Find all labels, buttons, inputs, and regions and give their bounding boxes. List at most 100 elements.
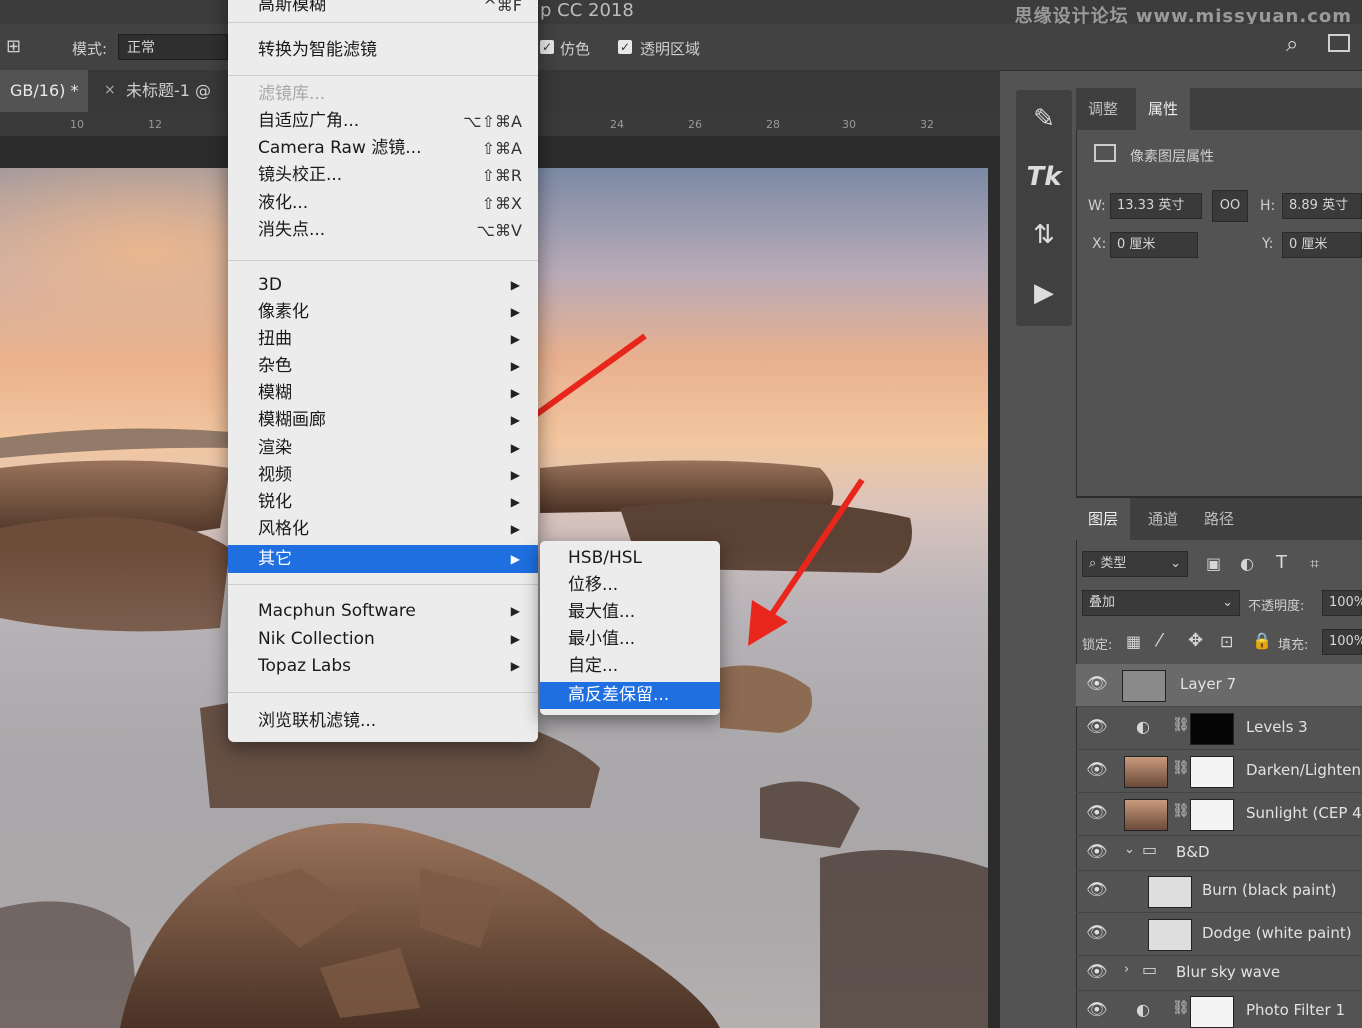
chain-link-icon[interactable]: ⛓ bbox=[1172, 760, 1190, 776]
submenu-item-minimum[interactable]: 最小值... bbox=[540, 626, 720, 653]
menu-separator bbox=[228, 260, 538, 261]
menu-item-nik-collection[interactable]: Nik Collection ▶ bbox=[228, 626, 538, 653]
menu-item-camera-raw[interactable]: Camera Raw 滤镜... ⇧⌘A bbox=[228, 135, 538, 162]
x-field[interactable]: 0 厘米 bbox=[1110, 232, 1198, 258]
filter-pixel-icon[interactable]: ▣ bbox=[1206, 554, 1221, 573]
height-field[interactable]: 8.89 英寸 bbox=[1282, 193, 1362, 219]
chain-link-icon[interactable]: ⛓ bbox=[1172, 803, 1190, 819]
layer-name: Layer 7 bbox=[1180, 675, 1237, 693]
properties-tabs: 调整 属性 bbox=[1076, 88, 1362, 130]
lock-artboard-icon[interactable]: ⊡ bbox=[1220, 632, 1233, 651]
menu-item-convert-smart-filter[interactable]: 转换为智能滤镜 bbox=[228, 37, 538, 64]
character-icon[interactable]: Tk bbox=[1016, 162, 1072, 192]
chevron-down-icon[interactable]: ⌄ bbox=[1124, 842, 1135, 857]
y-field[interactable]: 0 厘米 bbox=[1282, 232, 1362, 258]
menu-item-topaz-labs[interactable]: Topaz Labs ▶ bbox=[228, 653, 538, 680]
tab-properties[interactable]: 属性 bbox=[1136, 88, 1191, 130]
chain-link-icon[interactable]: ⛓ bbox=[1172, 717, 1190, 733]
menu-separator bbox=[228, 75, 538, 76]
visibility-eye-icon[interactable]: 👁 bbox=[1086, 1000, 1108, 1020]
folder-icon: ▭ bbox=[1142, 840, 1158, 859]
lock-paint-icon[interactable]: ⁄ bbox=[1158, 630, 1161, 651]
layer-thumbnail bbox=[1122, 670, 1166, 702]
layer-mask-thumbnail bbox=[1190, 756, 1234, 788]
layer-row[interactable]: 👁 ⛓ Sunlight (CEP 4 bbox=[1076, 793, 1362, 836]
layer-thumbnail bbox=[1124, 756, 1168, 788]
layer-row[interactable]: 👁 ◐ ⛓ Levels 3 bbox=[1076, 707, 1362, 750]
filter-adjustment-icon[interactable]: ◐ bbox=[1240, 554, 1254, 573]
width-label: W: bbox=[1088, 198, 1106, 214]
menu-item-distort[interactable]: 扭曲 ▶ bbox=[228, 326, 538, 353]
menu-item-vanishing-point[interactable]: 消失点... ⌥⌘V bbox=[228, 217, 538, 244]
menu-item-blur[interactable]: 模糊 ▶ bbox=[228, 380, 538, 407]
blend-mode-select[interactable]: 叠加 ⌄ bbox=[1082, 590, 1240, 616]
visibility-eye-icon[interactable]: 👁 bbox=[1086, 674, 1108, 694]
lock-move-icon[interactable]: ✥ bbox=[1188, 630, 1203, 651]
link-dimensions-button[interactable]: OO bbox=[1212, 190, 1248, 222]
submenu-item-hsb-hsl[interactable]: HSB/HSL bbox=[540, 545, 720, 572]
menu-item-liquify[interactable]: 液化... ⇧⌘X bbox=[228, 190, 538, 217]
fill-label: 填充: bbox=[1278, 638, 1309, 653]
menu-item-macphun[interactable]: Macphun Software ▶ bbox=[228, 598, 538, 625]
layer-row[interactable]: 👁 Burn (black paint) bbox=[1076, 870, 1362, 913]
visibility-eye-icon[interactable]: 👁 bbox=[1086, 760, 1108, 780]
layer-filter-select[interactable]: ⌕ 类型 ⌄ bbox=[1082, 551, 1188, 577]
menu-item-render[interactable]: 渲染 ▶ bbox=[228, 435, 538, 462]
fill-field[interactable]: 100% bbox=[1322, 629, 1362, 655]
filter-type-icon[interactable]: T bbox=[1276, 552, 1287, 573]
lock-transparent-icon[interactable]: ▦ bbox=[1126, 632, 1141, 651]
tab-paths[interactable]: 路径 bbox=[1192, 498, 1246, 540]
tab-adjustments[interactable]: 调整 bbox=[1076, 88, 1130, 130]
tab-channels[interactable]: 通道 bbox=[1136, 498, 1190, 540]
arrow-line-2 bbox=[765, 478, 865, 622]
layer-group-row[interactable]: 👁 › ▭ Blur sky wave bbox=[1076, 956, 1362, 991]
layer-row[interactable]: 👁 ⛓ Darken/Lighten bbox=[1076, 750, 1362, 793]
submenu-item-offset[interactable]: 位移... bbox=[540, 572, 720, 599]
submenu-item-custom[interactable]: 自定... bbox=[540, 653, 720, 680]
menu-item-lens-correction[interactable]: 镜头校正... ⇧⌘R bbox=[228, 162, 538, 189]
layer-group-row[interactable]: 👁 ⌄ ▭ B&D bbox=[1076, 836, 1362, 871]
visibility-eye-icon[interactable]: 👁 bbox=[1086, 880, 1108, 900]
chevron-right-icon[interactable]: › bbox=[1124, 962, 1129, 977]
menu-item-stylize[interactable]: 风格化 ▶ bbox=[228, 516, 538, 543]
submenu-item-high-pass[interactable]: 高反差保留... bbox=[540, 682, 720, 709]
arrow-head-2 bbox=[748, 600, 788, 646]
menu-item-blur-gallery[interactable]: 模糊画廊 ▶ bbox=[228, 407, 538, 434]
visibility-eye-icon[interactable]: 👁 bbox=[1086, 842, 1108, 862]
panel-tool-strip: ✎ Tk ⇅ ▶ bbox=[1016, 90, 1072, 326]
visibility-eye-icon[interactable]: 👁 bbox=[1086, 923, 1108, 943]
layers-tabs: 图层 通道 路径 bbox=[1076, 496, 1362, 540]
opacity-field[interactable]: 100% bbox=[1322, 590, 1362, 616]
adjustment-layer-icon: ◐ bbox=[1136, 1000, 1150, 1019]
layer-row[interactable]: 👁 ◐ ⛓ Photo Filter 1 bbox=[1076, 990, 1362, 1028]
menu-item-sharpen[interactable]: 锐化 ▶ bbox=[228, 489, 538, 516]
visibility-eye-icon[interactable]: 👁 bbox=[1086, 717, 1108, 737]
submenu-item-maximum[interactable]: 最大值... bbox=[540, 599, 720, 626]
layer-row[interactable]: 👁 Layer 7 bbox=[1076, 664, 1362, 707]
layer-name: Dodge (white paint) bbox=[1202, 924, 1352, 942]
chain-link-icon[interactable]: ⛓ bbox=[1172, 1000, 1190, 1016]
visibility-eye-icon[interactable]: 👁 bbox=[1086, 962, 1108, 982]
layer-name: Photo Filter 1 bbox=[1246, 1001, 1346, 1019]
filter-shape-icon[interactable]: ⌗ bbox=[1310, 554, 1319, 574]
brush-icon[interactable]: ✎ bbox=[1016, 104, 1072, 134]
menu-item-3d[interactable]: 3D ▶ bbox=[228, 272, 538, 299]
filter-menu: 高斯模糊 ^⌘F 转换为智能滤镜 滤镜库... 自适应广角... ⌥⇧⌘A Came… bbox=[228, 0, 538, 742]
layer-thumbnail bbox=[1124, 799, 1168, 831]
menu-item-other[interactable]: 其它 ▶ bbox=[228, 545, 538, 573]
menu-item-adaptive-wide-angle[interactable]: 自适应广角... ⌥⇧⌘A bbox=[228, 108, 538, 135]
lock-all-icon[interactable]: 🔒 bbox=[1252, 631, 1272, 650]
menu-item-filter-gallery: 滤镜库... bbox=[258, 84, 326, 104]
layer-row[interactable]: 👁 Dodge (white paint) bbox=[1076, 913, 1362, 956]
play-icon[interactable]: ▶ bbox=[1016, 278, 1072, 308]
menu-item-pixelate[interactable]: 像素化 ▶ bbox=[228, 299, 538, 326]
tab-layers[interactable]: 图层 bbox=[1076, 498, 1131, 540]
menu-item-video[interactable]: 视频 ▶ bbox=[228, 462, 538, 489]
width-field[interactable]: 13.33 英寸 bbox=[1110, 193, 1202, 219]
menu-item-gaussian-blur[interactable]: 高斯模糊 ^⌘F bbox=[228, 0, 538, 19]
visibility-eye-icon[interactable]: 👁 bbox=[1086, 803, 1108, 823]
adjust-icon[interactable]: ⇅ bbox=[1016, 220, 1072, 250]
menu-item-noise[interactable]: 杂色 ▶ bbox=[228, 353, 538, 380]
opacity-label: 不透明度: bbox=[1248, 599, 1305, 614]
menu-item-browse-filters-online[interactable]: 浏览联机滤镜... bbox=[228, 708, 538, 735]
